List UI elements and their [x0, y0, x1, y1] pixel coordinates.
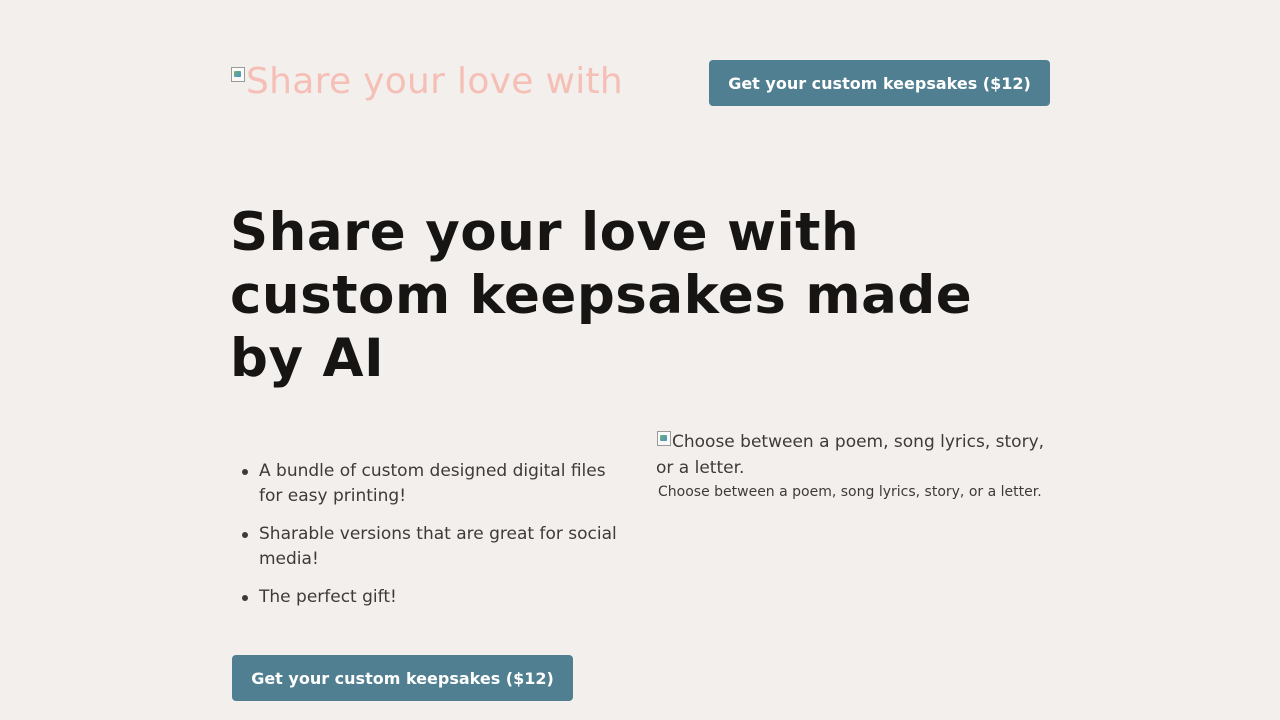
- logo-alt-text: Share your love with: [246, 61, 624, 102]
- feature-item: Sharable versions that are great for soc…: [242, 522, 631, 572]
- feature-item: A bundle of custom designed digital file…: [242, 459, 631, 509]
- feature-item: The perfect gift!: [242, 585, 631, 610]
- site-logo[interactable]: Share your love with: [230, 62, 623, 102]
- figure-image: Choose between a poem, song lyrics, stor…: [656, 429, 1056, 481]
- figure-caption: Choose between a poem, song lyrics, stor…: [658, 484, 1042, 500]
- broken-image-icon: [656, 430, 672, 446]
- feature-list: A bundle of custom designed digital file…: [242, 459, 631, 623]
- landing-page: Share your love with Get your custom kee…: [0, 0, 1280, 720]
- get-keepsakes-button-header[interactable]: Get your custom keepsakes ($12): [709, 60, 1050, 106]
- get-keepsakes-button-main[interactable]: Get your custom keepsakes ($12): [232, 655, 573, 701]
- figure-image-alt-text: Choose between a poem, song lyrics, stor…: [656, 432, 1045, 478]
- keepsake-figure: Choose between a poem, song lyrics, stor…: [656, 429, 1056, 501]
- broken-image-icon: [230, 66, 246, 82]
- hero-title: Share your love with custom keepsakes ma…: [230, 202, 973, 389]
